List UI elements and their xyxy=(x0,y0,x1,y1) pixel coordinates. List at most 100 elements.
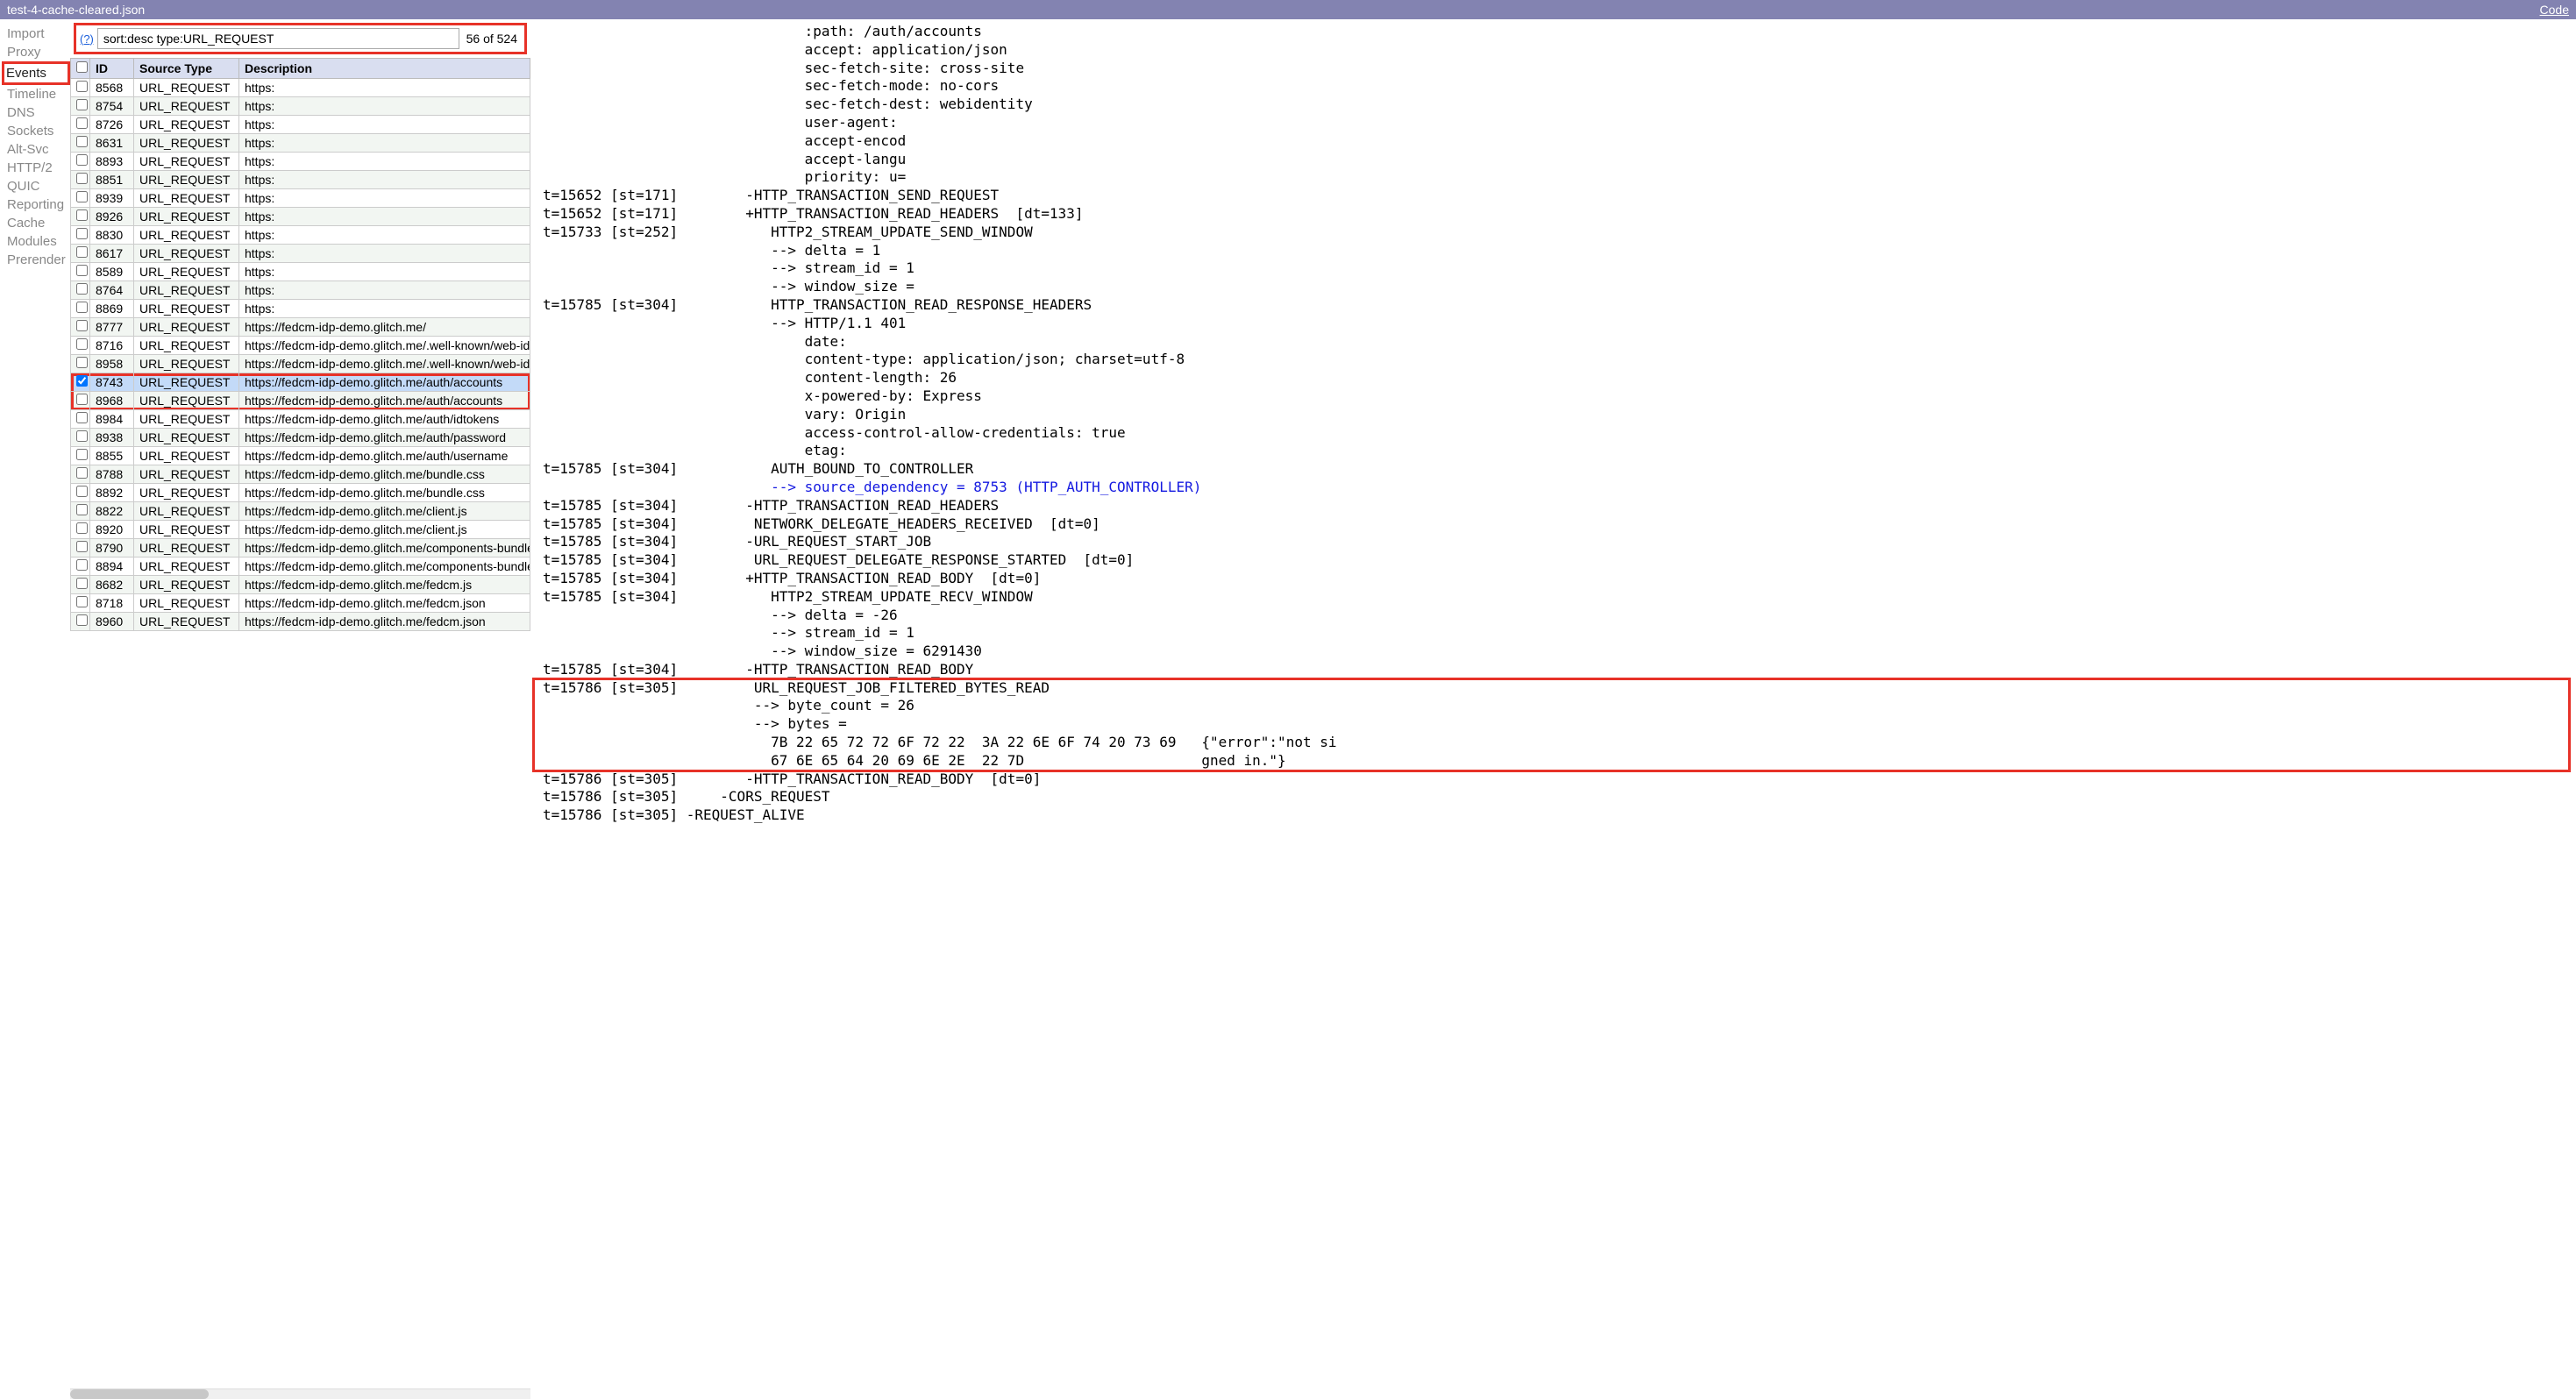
row-checkbox-cell[interactable] xyxy=(71,153,90,171)
nav-quic[interactable]: QUIC xyxy=(7,177,70,195)
row-checkbox-cell[interactable] xyxy=(71,79,90,97)
select-all-checkbox[interactable] xyxy=(76,61,88,73)
table-row[interactable]: 8851URL_REQUESThttps: xyxy=(71,171,530,189)
row-checkbox[interactable] xyxy=(76,191,88,202)
row-checkbox-cell[interactable] xyxy=(71,281,90,300)
table-row[interactable]: 8920URL_REQUESThttps://fedcm-idp-demo.gl… xyxy=(71,521,530,539)
row-checkbox[interactable] xyxy=(76,412,88,423)
row-checkbox-cell[interactable] xyxy=(71,613,90,631)
row-checkbox-cell[interactable] xyxy=(71,502,90,521)
table-row[interactable]: 8589URL_REQUESThttps: xyxy=(71,263,530,281)
nav-dns[interactable]: DNS xyxy=(7,103,70,122)
table-row[interactable]: 8939URL_REQUESThttps: xyxy=(71,189,530,208)
row-checkbox[interactable] xyxy=(76,486,88,497)
row-checkbox[interactable] xyxy=(76,394,88,405)
nav-altsvc[interactable]: Alt-Svc xyxy=(7,140,70,159)
filter-help-link[interactable]: (?) xyxy=(80,32,94,46)
code-link[interactable]: Code xyxy=(2540,0,2569,19)
table-row[interactable]: 8790URL_REQUESThttps://fedcm-idp-demo.gl… xyxy=(71,539,530,557)
nav-proxy[interactable]: Proxy xyxy=(7,43,70,61)
events-table-wrap[interactable]: ID Source Type Description 8568URL_REQUE… xyxy=(70,58,530,1388)
row-checkbox[interactable] xyxy=(76,228,88,239)
nav-timeline[interactable]: Timeline xyxy=(7,85,70,103)
row-checkbox[interactable] xyxy=(76,522,88,534)
filter-input[interactable] xyxy=(97,28,459,49)
row-checkbox-cell[interactable] xyxy=(71,134,90,153)
table-row[interactable]: 8718URL_REQUESThttps://fedcm-idp-demo.gl… xyxy=(71,594,530,613)
table-row[interactable]: 8894URL_REQUESThttps://fedcm-idp-demo.gl… xyxy=(71,557,530,576)
row-checkbox[interactable] xyxy=(76,467,88,479)
table-row[interactable]: 8754URL_REQUESThttps: xyxy=(71,97,530,116)
nav-http2[interactable]: HTTP/2 xyxy=(7,159,70,177)
row-checkbox-cell[interactable] xyxy=(71,208,90,226)
row-checkbox-cell[interactable] xyxy=(71,373,90,392)
row-checkbox-cell[interactable] xyxy=(71,557,90,576)
row-checkbox-cell[interactable] xyxy=(71,171,90,189)
nav-reporting[interactable]: Reporting xyxy=(7,195,70,214)
row-checkbox-cell[interactable] xyxy=(71,594,90,613)
table-row[interactable]: 8960URL_REQUESThttps://fedcm-idp-demo.gl… xyxy=(71,613,530,631)
table-row[interactable]: 8926URL_REQUESThttps: xyxy=(71,208,530,226)
row-checkbox-cell[interactable] xyxy=(71,226,90,245)
table-row[interactable]: 8777URL_REQUESThttps://fedcm-idp-demo.gl… xyxy=(71,318,530,337)
row-checkbox-cell[interactable] xyxy=(71,429,90,447)
table-row[interactable]: 8968URL_REQUESThttps://fedcm-idp-demo.gl… xyxy=(71,392,530,410)
row-checkbox[interactable] xyxy=(76,357,88,368)
col-source-type[interactable]: Source Type xyxy=(134,59,239,79)
row-checkbox-cell[interactable] xyxy=(71,189,90,208)
events-h-scrollbar[interactable] xyxy=(70,1388,530,1399)
table-row[interactable]: 8892URL_REQUESThttps://fedcm-idp-demo.gl… xyxy=(71,484,530,502)
nav-modules[interactable]: Modules xyxy=(7,232,70,251)
table-row[interactable]: 8938URL_REQUESThttps://fedcm-idp-demo.gl… xyxy=(71,429,530,447)
col-checkbox[interactable] xyxy=(71,59,90,79)
row-checkbox[interactable] xyxy=(76,578,88,589)
row-checkbox-cell[interactable] xyxy=(71,465,90,484)
table-row[interactable]: 8958URL_REQUESThttps://fedcm-idp-demo.gl… xyxy=(71,355,530,373)
nav-import[interactable]: Import xyxy=(7,25,70,43)
col-description[interactable]: Description xyxy=(239,59,530,79)
row-checkbox[interactable] xyxy=(76,320,88,331)
row-checkbox-cell[interactable] xyxy=(71,245,90,263)
table-row[interactable]: 8855URL_REQUESThttps://fedcm-idp-demo.gl… xyxy=(71,447,530,465)
row-checkbox-cell[interactable] xyxy=(71,116,90,134)
nav-prerender[interactable]: Prerender xyxy=(7,251,70,269)
row-checkbox[interactable] xyxy=(76,117,88,129)
row-checkbox[interactable] xyxy=(76,541,88,552)
row-checkbox[interactable] xyxy=(76,265,88,276)
nav-sockets[interactable]: Sockets xyxy=(7,122,70,140)
table-row[interactable]: 8743URL_REQUESThttps://fedcm-idp-demo.gl… xyxy=(71,373,530,392)
table-row[interactable]: 8682URL_REQUESThttps://fedcm-idp-demo.gl… xyxy=(71,576,530,594)
row-checkbox[interactable] xyxy=(76,375,88,387)
row-checkbox[interactable] xyxy=(76,430,88,442)
row-checkbox-cell[interactable] xyxy=(71,539,90,557)
row-checkbox[interactable] xyxy=(76,136,88,147)
row-checkbox[interactable] xyxy=(76,209,88,221)
row-checkbox[interactable] xyxy=(76,614,88,626)
table-row[interactable]: 8822URL_REQUESThttps://fedcm-idp-demo.gl… xyxy=(71,502,530,521)
row-checkbox[interactable] xyxy=(76,302,88,313)
detail-pane[interactable]: :path: /auth/accounts accept: applicatio… xyxy=(530,19,2576,1399)
row-checkbox[interactable] xyxy=(76,596,88,607)
row-checkbox-cell[interactable] xyxy=(71,484,90,502)
row-checkbox-cell[interactable] xyxy=(71,447,90,465)
nav-cache[interactable]: Cache xyxy=(7,214,70,232)
nav-events[interactable]: Events xyxy=(6,64,66,82)
row-checkbox-cell[interactable] xyxy=(71,521,90,539)
table-row[interactable]: 8631URL_REQUESThttps: xyxy=(71,134,530,153)
table-row[interactable]: 8893URL_REQUESThttps: xyxy=(71,153,530,171)
row-checkbox-cell[interactable] xyxy=(71,392,90,410)
row-checkbox[interactable] xyxy=(76,154,88,166)
row-checkbox[interactable] xyxy=(76,173,88,184)
row-checkbox-cell[interactable] xyxy=(71,97,90,116)
table-row[interactable]: 8830URL_REQUESThttps: xyxy=(71,226,530,245)
table-row[interactable]: 8726URL_REQUESThttps: xyxy=(71,116,530,134)
row-checkbox[interactable] xyxy=(76,504,88,515)
row-checkbox-cell[interactable] xyxy=(71,410,90,429)
row-checkbox[interactable] xyxy=(76,99,88,110)
row-checkbox-cell[interactable] xyxy=(71,337,90,355)
row-checkbox[interactable] xyxy=(76,81,88,92)
table-row[interactable]: 8617URL_REQUESThttps: xyxy=(71,245,530,263)
col-id[interactable]: ID xyxy=(90,59,134,79)
row-checkbox[interactable] xyxy=(76,559,88,571)
row-checkbox-cell[interactable] xyxy=(71,263,90,281)
